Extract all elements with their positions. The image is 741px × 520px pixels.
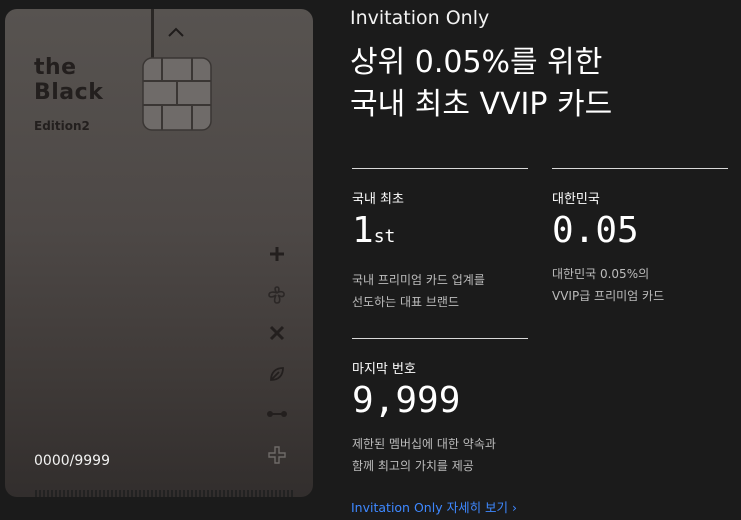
stat-label: 국내 최초 (352, 192, 404, 207)
stat-value-number: 0.05 (552, 210, 639, 251)
stat-desc-line1: 제한된 멤버십에 대한 약속과 (352, 437, 496, 451)
stat-label: 마지막 번호 (352, 362, 416, 377)
stat-label: 대한민국 (552, 192, 600, 207)
card-brand-line1: the (34, 55, 77, 80)
stat-desc: 제한된 멤버십에 대한 약속과 함께 최고의 가치를 제공 (352, 433, 528, 477)
stat-desc: 국내 프리미엄 카드 업계를 선도하는 대표 브랜드 (352, 269, 528, 313)
stat-desc-line1: 대한민국 0.05%의 (552, 267, 650, 281)
card-icon-column (263, 245, 291, 485)
stat-vvip: 대한민국 0.05 대한민국 0.05%의 VVIP급 프리미엄 카드 (552, 168, 728, 307)
chip-icon (142, 57, 212, 131)
card-number: 0000/9999 (34, 453, 110, 469)
plus-icon (263, 245, 291, 285)
stat-desc-line1: 국내 프리미엄 카드 업계를 (352, 273, 485, 287)
flower-icon (263, 285, 291, 325)
card-brand-logo: the Black (34, 55, 103, 105)
stat-value: 0.05 (552, 209, 728, 253)
headline-line1: 상위 0.05%를 위한 (350, 45, 603, 80)
stat-desc-line2: 함께 최고의 가치를 제공 (352, 459, 474, 473)
stat-value: 1st (352, 209, 528, 259)
card-edition: Edition2 (34, 119, 90, 133)
stat-desc: 대한민국 0.05%의 VVIP급 프리미엄 카드 (552, 263, 728, 307)
stat-desc-line2: VVIP급 프리미엄 카드 (552, 289, 665, 303)
credit-card-image: the Black Edition2 0000/9999 (5, 9, 313, 497)
invitation-detail-link[interactable]: Invitation Only 자세히 보기 › (351, 497, 517, 516)
stat-last-number: 마지막 번호 9,999 제한된 멤버십에 대한 약속과 함께 최고의 가치를 … (352, 338, 528, 477)
page-headline: 상위 0.05%를 위한 국내 최초 VVIP 카드 (350, 42, 740, 126)
stat-first: 국내 최초 1st 국내 프리미엄 카드 업계를 선도하는 대표 브랜드 (352, 168, 528, 313)
eyebrow-label: Invitation Only (350, 7, 490, 29)
plus-outline-icon (263, 445, 291, 485)
chevron-up-icon (168, 23, 184, 41)
stat-desc-line2: 선도하는 대표 브랜드 (352, 295, 459, 309)
cross-icon (263, 325, 291, 365)
stat-value: 9,999 (352, 379, 528, 423)
card-brand-line2: Black (34, 80, 104, 105)
headline-line2: 국내 최초 VVIP 카드 (350, 87, 613, 122)
stat-value-number: 9,999 (352, 380, 461, 421)
card-barcode (35, 490, 295, 497)
dumbbell-icon (263, 405, 291, 445)
stat-value-number: 1 (352, 210, 374, 251)
leaf-icon (263, 365, 291, 405)
stat-value-suffix: st (373, 226, 396, 247)
